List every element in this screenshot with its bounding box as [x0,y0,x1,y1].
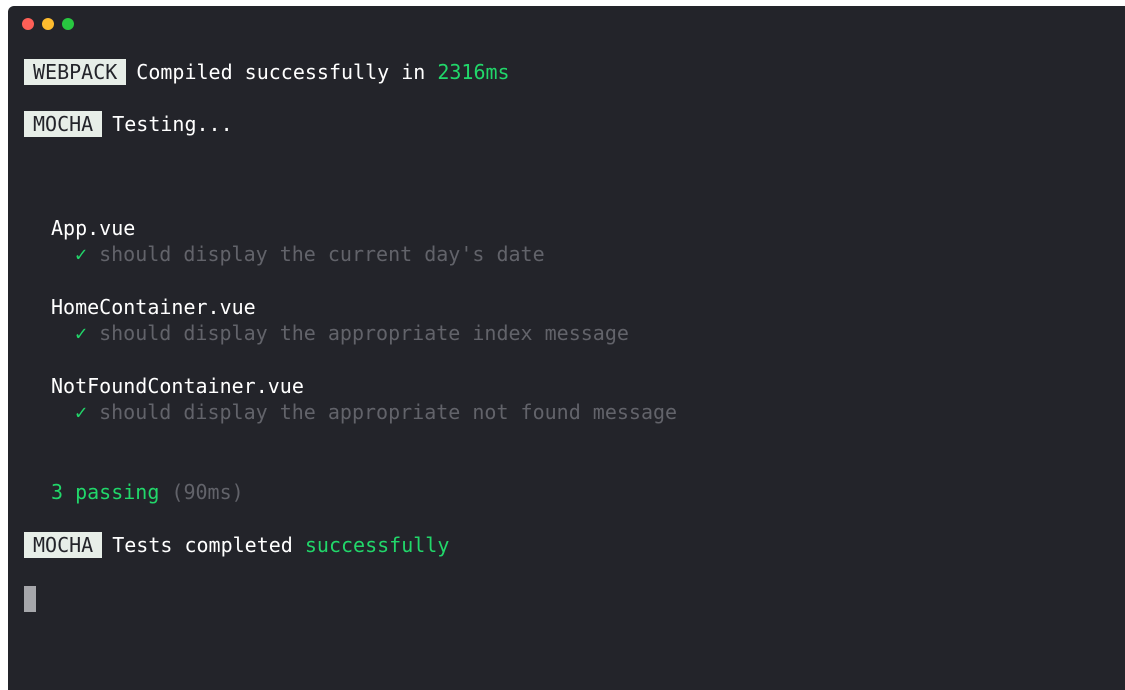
mocha-end-status: successfully [304,533,450,557]
test-description: should display the appropriate not found… [99,400,678,424]
test-result: ✓ should display the appropriate index m… [75,320,629,346]
suite-name: NotFoundContainer.vue [51,374,304,398]
mocha-start-message: Testing... [112,112,233,136]
check-icon: ✓ [75,400,88,424]
test-result: ✓ should display the current day's date [75,241,545,267]
webpack-compile-time: 2316ms [437,60,510,84]
webpack-message: Compiled successfully in [136,60,438,84]
passing-summary: 3 passing (90ms) [51,479,244,505]
mocha-start-line: MOCHA Testing... [24,111,233,137]
check-icon: ✓ [75,321,88,345]
webpack-line: WEBPACK Compiled successfully in 2316ms [24,59,510,85]
mocha-end-tag: MOCHA [24,532,103,558]
webpack-tag: WEBPACK [24,59,127,85]
terminal-window: WEBPACK Compiled successfully in 2316ms M… [8,6,1125,690]
suite-name: HomeContainer.vue [51,295,256,319]
passing-count: 3 passing [51,480,160,504]
close-window-button[interactable] [22,18,34,30]
test-description: should display the appropriate index mes… [99,321,629,345]
test-description: should display the current day's date [99,242,545,266]
check-icon: ✓ [75,242,88,266]
passing-duration: (90ms) [171,480,244,504]
mocha-end-line: MOCHA Tests completed successfully [24,532,449,558]
mocha-start-tag: MOCHA [24,111,103,137]
test-result: ✓ should display the appropriate not fou… [75,399,677,425]
zoom-window-button[interactable] [62,18,74,30]
terminal-cursor[interactable] [24,586,36,612]
minimize-window-button[interactable] [42,18,54,30]
mocha-end-message: Tests completed [112,533,305,557]
suite-name: App.vue [51,216,136,240]
